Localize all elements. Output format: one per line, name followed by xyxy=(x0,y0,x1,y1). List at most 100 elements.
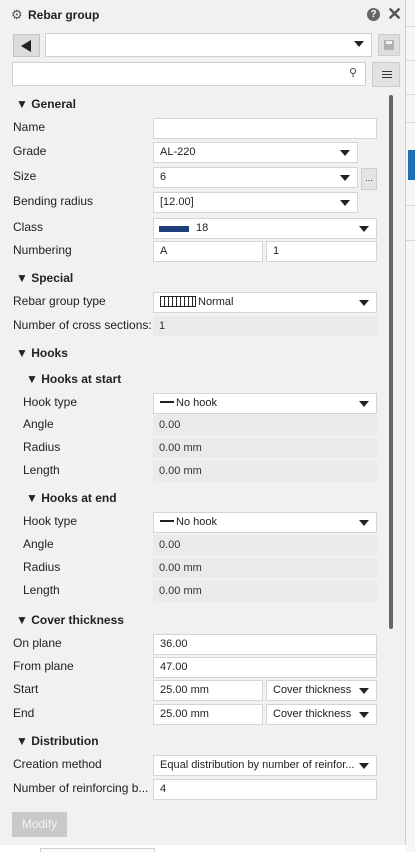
from-plane-label: From plane xyxy=(13,659,74,673)
section-hooks-at-start[interactable]: ▼ Hooks at start xyxy=(26,372,121,386)
cross-sections-value: 1 xyxy=(153,316,377,336)
end-length-label: Length xyxy=(23,583,60,597)
cover-start-mode-value: Cover thickness xyxy=(273,684,352,696)
start-length-value: 0.00 mm xyxy=(153,461,377,481)
rebar-group-type-select[interactable]: Normal xyxy=(153,292,377,313)
preset-select[interactable] xyxy=(45,33,372,57)
rebar-type-icon xyxy=(160,295,196,307)
end-hook-type-value: No hook xyxy=(176,516,217,528)
menu-icon-bar xyxy=(382,74,392,75)
gear-icon: ⚙ xyxy=(11,7,23,22)
class-label: Class xyxy=(13,220,44,234)
chevron-down-icon xyxy=(359,226,369,232)
hook-line-icon xyxy=(160,401,174,404)
panel-title: Rebar group xyxy=(28,8,100,22)
bottom-tab xyxy=(40,848,155,852)
chevron-down-icon xyxy=(354,41,364,47)
cover-start-field[interactable]: 25.00 mm xyxy=(153,680,263,701)
end-radius-label: Radius xyxy=(23,560,61,574)
chevron-down-icon xyxy=(359,401,369,407)
reinforcing-count-label: Number of reinforcing b... xyxy=(13,781,149,795)
name-label: Name xyxy=(13,120,46,134)
cover-end-field[interactable]: 25.00 mm xyxy=(153,704,263,725)
bending-radius-value: [12.00] xyxy=(160,196,194,208)
end-radius-value: 0.00 mm xyxy=(153,558,377,578)
grade-select[interactable]: AL-220 xyxy=(153,142,358,163)
cover-end-label: End xyxy=(13,706,35,720)
start-radius-label: Radius xyxy=(23,440,61,454)
background-divider xyxy=(406,60,415,61)
start-angle-label: Angle xyxy=(23,417,54,431)
creation-method-value: Equal distribution by number of reinfor.… xyxy=(160,759,355,771)
numbering-prefix-field[interactable]: A xyxy=(153,241,263,262)
chevron-down-icon xyxy=(359,300,369,306)
on-plane-label: On plane xyxy=(13,636,62,650)
creation-method-select[interactable]: Equal distribution by number of reinfor.… xyxy=(153,755,377,776)
on-plane-field[interactable]: 36.00 xyxy=(153,634,377,655)
background-window xyxy=(406,0,415,852)
cover-start-mode-select[interactable]: Cover thickness xyxy=(266,680,377,701)
save-preset-button[interactable] xyxy=(378,34,400,56)
menu-icon-bar xyxy=(382,77,392,78)
chevron-down-icon xyxy=(340,200,350,206)
properties-list: ▼ General Name Grade AL-220 Size 6 ... B… xyxy=(0,92,388,818)
name-field[interactable] xyxy=(153,118,377,139)
start-hook-type-label: Hook type xyxy=(23,395,78,409)
reinforcing-count-field[interactable]: 4 xyxy=(153,779,377,800)
size-more-button[interactable]: ... xyxy=(361,168,377,190)
size-label: Size xyxy=(13,169,37,183)
size-value: 6 xyxy=(160,171,167,183)
scrollbar-thumb[interactable] xyxy=(389,95,393,629)
panel-titlebar: ⚙ Rebar group ? ✕ xyxy=(0,0,406,30)
bending-radius-select[interactable]: [12.00] xyxy=(153,192,358,213)
from-plane-field[interactable]: 47.00 xyxy=(153,657,377,678)
chevron-down-icon xyxy=(359,763,369,769)
back-button[interactable] xyxy=(13,34,40,57)
section-hooks[interactable]: ▼ Hooks xyxy=(16,346,68,360)
background-divider xyxy=(406,205,415,206)
size-select[interactable]: 6 xyxy=(153,167,358,188)
start-hook-type-value: No hook xyxy=(176,397,217,409)
rebar-group-type-label: Rebar group type xyxy=(13,294,106,308)
help-icon[interactable]: ? xyxy=(367,8,380,21)
background-divider xyxy=(406,26,415,27)
grade-label: Grade xyxy=(13,144,47,158)
rebar-group-type-value: Normal xyxy=(198,296,234,308)
end-hook-type-select[interactable]: No hook xyxy=(153,512,377,533)
close-icon[interactable]: ✕ xyxy=(387,4,402,24)
search-input[interactable]: ⚲ xyxy=(12,62,366,86)
chevron-down-icon xyxy=(340,175,350,181)
section-distribution[interactable]: ▼ Distribution xyxy=(16,734,99,748)
chevron-down-icon xyxy=(359,688,369,694)
class-value: 18 xyxy=(196,222,209,234)
cover-start-label: Start xyxy=(13,682,39,696)
end-angle-label: Angle xyxy=(23,537,54,551)
start-hook-type-select[interactable]: No hook xyxy=(153,393,377,414)
rebar-group-panel: ⚙ Rebar group ? ✕ ⚲ ▼ General Name Grade… xyxy=(0,0,406,852)
search-icon: ⚲ xyxy=(348,67,357,79)
section-special[interactable]: ▼ Special xyxy=(16,271,73,285)
start-radius-value: 0.00 mm xyxy=(153,438,377,458)
end-angle-value: 0.00 xyxy=(153,535,377,555)
menu-icon-bar xyxy=(382,71,392,72)
numbering-start-field[interactable]: 1 xyxy=(266,241,377,262)
grade-value: AL-220 xyxy=(160,146,196,158)
section-hooks-at-end[interactable]: ▼ Hooks at end xyxy=(26,491,117,505)
section-general[interactable]: ▼ General xyxy=(16,97,76,111)
class-select[interactable]: 18 xyxy=(153,218,377,239)
modify-button[interactable]: Modify xyxy=(12,812,67,837)
chevron-down-icon xyxy=(340,150,350,156)
options-menu-button[interactable] xyxy=(372,62,400,87)
chevron-down-icon xyxy=(359,712,369,718)
hook-line-icon xyxy=(160,520,174,523)
creation-method-label: Creation method xyxy=(13,757,102,771)
cover-end-mode-select[interactable]: Cover thickness xyxy=(266,704,377,725)
background-divider xyxy=(406,122,415,123)
section-cover-thickness[interactable]: ▼ Cover thickness xyxy=(16,613,124,627)
numbering-label: Numbering xyxy=(13,243,72,257)
start-length-label: Length xyxy=(23,463,60,477)
background-divider xyxy=(406,240,415,241)
end-length-value: 0.00 mm xyxy=(153,581,377,601)
start-angle-value: 0.00 xyxy=(153,415,377,435)
cross-sections-label: Number of cross sections: xyxy=(13,318,152,332)
